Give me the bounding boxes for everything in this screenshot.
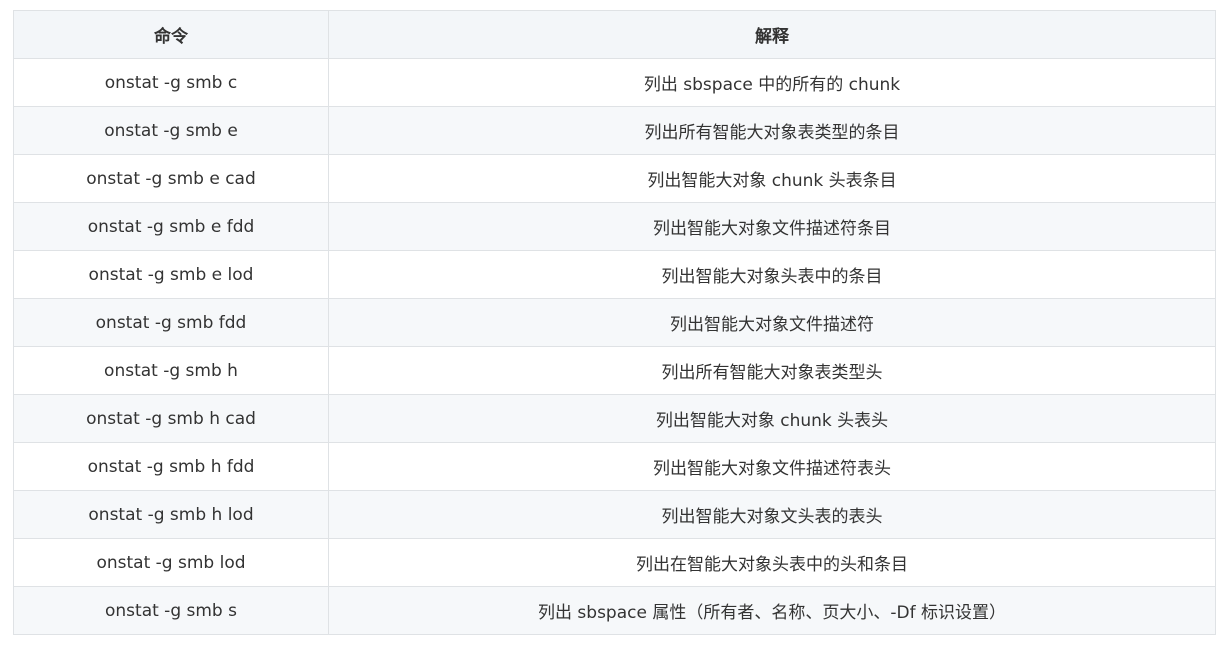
explanation-cell: 列出所有智能大对象表类型头 xyxy=(328,346,1216,395)
explanation-cell: 列出 sbspace 中的所有的 chunk xyxy=(328,58,1216,107)
explanation-cell: 列出 sbspace 属性（所有者、名称、页大小、-Df 标识设置） xyxy=(328,586,1216,635)
header-command: 命令 xyxy=(13,10,329,59)
table-row: onstat -g smb e 列出所有智能大对象表类型的条目 xyxy=(13,106,1216,155)
table-row: onstat -g smb h lod 列出智能大对象文头表的表头 xyxy=(13,490,1216,539)
explanation-cell: 列出智能大对象文件描述符表头 xyxy=(328,442,1216,491)
explanation-cell: 列出智能大对象 chunk 头表条目 xyxy=(328,154,1216,203)
table-row: onstat -g smb lod 列出在智能大对象头表中的头和条目 xyxy=(13,538,1216,587)
command-cell: onstat -g smb e cad xyxy=(13,154,329,203)
explanation-cell: 列出智能大对象头表中的条目 xyxy=(328,250,1216,299)
command-cell: onstat -g smb h xyxy=(13,346,329,395)
table-row: onstat -g smb e fdd 列出智能大对象文件描述符条目 xyxy=(13,202,1216,251)
command-cell: onstat -g smb h lod xyxy=(13,490,329,539)
command-cell: onstat -g smb fdd xyxy=(13,298,329,347)
command-cell: onstat -g smb c xyxy=(13,58,329,107)
explanation-cell: 列出所有智能大对象表类型的条目 xyxy=(328,106,1216,155)
table-row: onstat -g smb h 列出所有智能大对象表类型头 xyxy=(13,346,1216,395)
table-row: onstat -g smb e lod 列出智能大对象头表中的条目 xyxy=(13,250,1216,299)
table-row: onstat -g smb h cad 列出智能大对象 chunk 头表头 xyxy=(13,394,1216,443)
header-explanation: 解释 xyxy=(328,10,1216,59)
explanation-cell: 列出智能大对象文件描述符条目 xyxy=(328,202,1216,251)
command-cell: onstat -g smb h cad xyxy=(13,394,329,443)
table-row: onstat -g smb h fdd 列出智能大对象文件描述符表头 xyxy=(13,442,1216,491)
command-cell: onstat -g smb h fdd xyxy=(13,442,329,491)
command-cell: onstat -g smb e xyxy=(13,106,329,155)
table-row: onstat -g smb e cad 列出智能大对象 chunk 头表条目 xyxy=(13,154,1216,203)
command-cell: onstat -g smb e lod xyxy=(13,250,329,299)
table-row: onstat -g smb c 列出 sbspace 中的所有的 chunk xyxy=(13,58,1216,107)
table-row: onstat -g smb fdd 列出智能大对象文件描述符 xyxy=(13,298,1216,347)
table-row: onstat -g smb s 列出 sbspace 属性（所有者、名称、页大小… xyxy=(13,586,1216,635)
table-header-row: 命令 解释 xyxy=(13,10,1216,59)
command-table: 命令 解释 onstat -g smb c 列出 sbspace 中的所有的 c… xyxy=(13,10,1216,635)
command-cell: onstat -g smb e fdd xyxy=(13,202,329,251)
command-table-container: 命令 解释 onstat -g smb c 列出 sbspace 中的所有的 c… xyxy=(13,10,1216,635)
explanation-cell: 列出在智能大对象头表中的头和条目 xyxy=(328,538,1216,587)
explanation-cell: 列出智能大对象 chunk 头表头 xyxy=(328,394,1216,443)
command-cell: onstat -g smb s xyxy=(13,586,329,635)
command-cell: onstat -g smb lod xyxy=(13,538,329,587)
explanation-cell: 列出智能大对象文件描述符 xyxy=(328,298,1216,347)
explanation-cell: 列出智能大对象文头表的表头 xyxy=(328,490,1216,539)
